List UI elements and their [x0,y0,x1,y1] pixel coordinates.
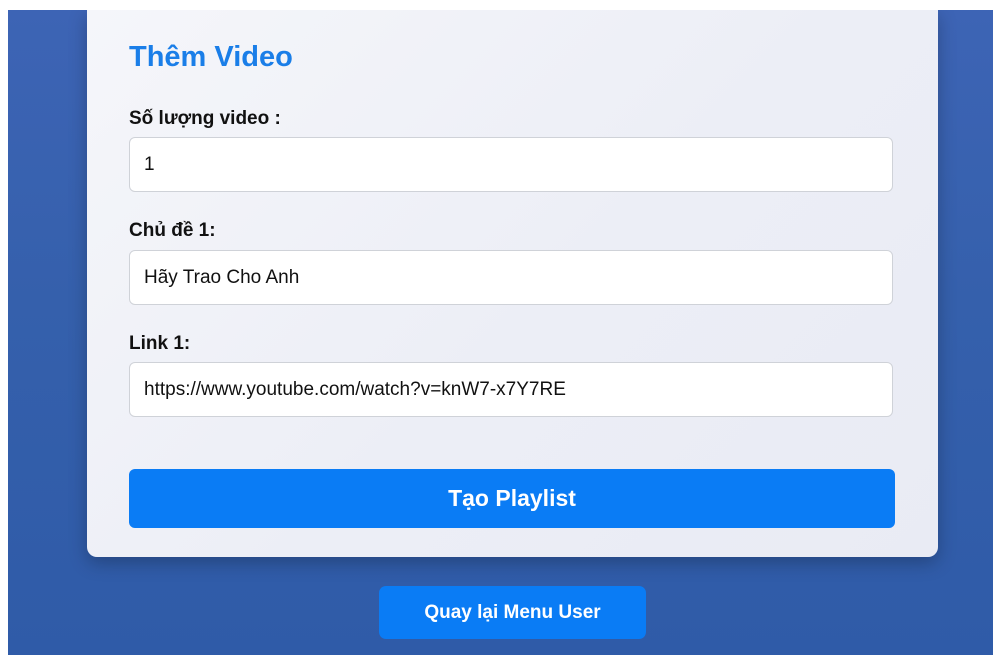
form-title: Thêm Video [129,41,293,73]
topic-1-label: Chủ đề 1: [129,220,216,241]
video-count-input[interactable] [129,137,893,192]
add-video-form-card: Thêm Video Số lượng video : Chủ đề 1: Li… [87,10,938,557]
back-to-user-menu-button[interactable]: Quay lại Menu User [379,586,646,639]
page-background: Thêm Video Số lượng video : Chủ đề 1: Li… [8,10,993,655]
video-count-label: Số lượng video : [129,108,281,129]
topic-1-input[interactable] [129,250,893,305]
link-1-input[interactable] [129,362,893,417]
create-playlist-button[interactable]: Tạo Playlist [129,469,895,528]
link-1-label: Link 1: [129,333,191,354]
